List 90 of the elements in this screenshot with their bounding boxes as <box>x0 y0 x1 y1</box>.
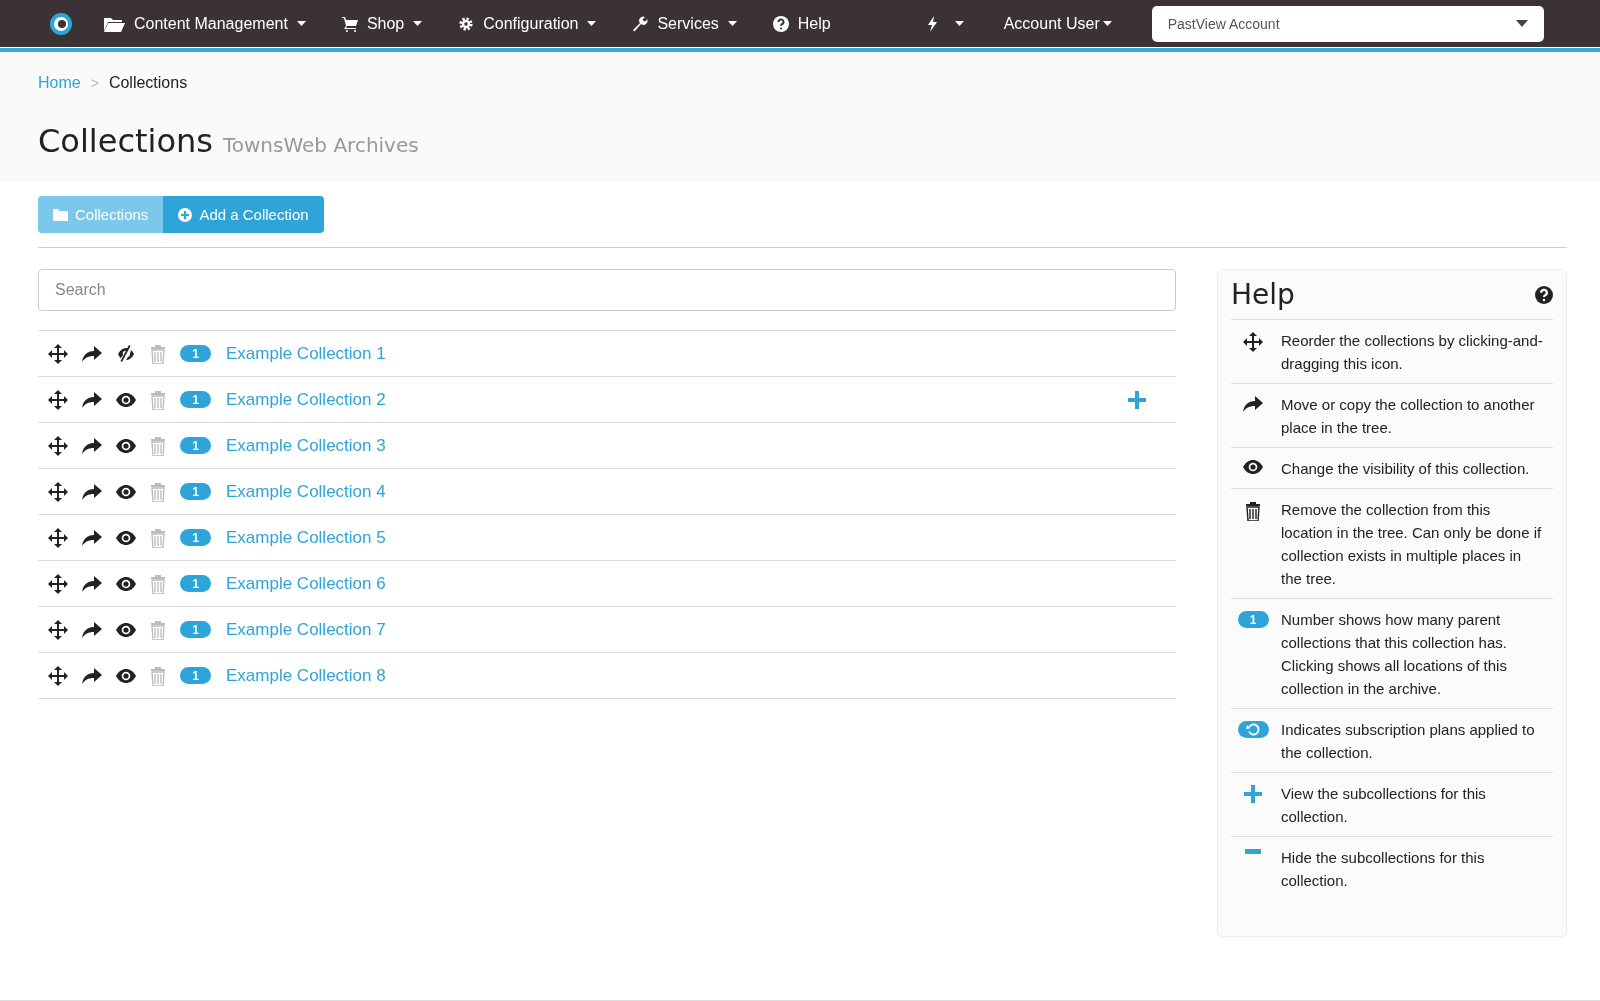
collection-link[interactable]: Example Collection 5 <box>226 527 386 548</box>
collection-link[interactable]: Example Collection 3 <box>226 435 386 456</box>
lightning-icon <box>926 15 939 32</box>
cart-icon <box>341 15 358 32</box>
caret-icon <box>296 21 306 26</box>
help-text: Reorder the collections by clicking-and-dragging this icon. <box>1281 331 1543 374</box>
tab[interactable]: Add a Collection <box>163 196 324 233</box>
help-text: Indicates subscription plans applied to the collection. <box>1281 720 1536 763</box>
collection-link[interactable]: Example Collection 2 <box>226 389 386 410</box>
eye-icon[interactable] <box>116 668 136 683</box>
share-arrow-icon[interactable] <box>82 437 102 454</box>
eye-slash-icon[interactable] <box>116 344 136 363</box>
share-arrow-icon[interactable] <box>82 391 102 408</box>
gear-icon <box>458 15 475 32</box>
count-badge[interactable]: 1 <box>180 621 211 638</box>
subscription-badge-icon <box>1237 721 1269 738</box>
share-arrow-icon[interactable] <box>82 575 102 592</box>
help-text: Number shows how many parent collections that this collection has. Clicking shows all locations of this collection in the archive. <box>1281 610 1508 699</box>
logo-icon[interactable] <box>49 11 73 36</box>
nav-menu-item[interactable]: Services <box>632 14 737 33</box>
count-badge[interactable]: 1 <box>180 391 211 408</box>
nav-menu-item[interactable]: Configuration <box>458 14 597 33</box>
count-badge[interactable]: 1 <box>180 437 211 454</box>
collection-link[interactable]: Example Collection 8 <box>226 665 386 686</box>
move-icon[interactable] <box>48 619 68 640</box>
eye-icon[interactable] <box>116 484 136 499</box>
tab[interactable]: Collections <box>38 196 164 233</box>
eye-icon[interactable] <box>116 622 136 637</box>
folder-icon <box>53 208 68 221</box>
help-text: View the subcollections for this collection. <box>1281 784 1487 827</box>
eye-icon[interactable] <box>116 576 136 591</box>
caret-icon <box>1515 20 1528 27</box>
help-icon[interactable] <box>1535 285 1553 304</box>
plus-icon[interactable] <box>1128 390 1146 409</box>
eye-icon[interactable] <box>116 392 136 407</box>
breadcrumb-link[interactable]: Home <box>38 74 81 92</box>
trash-icon <box>1245 501 1261 521</box>
share-arrow-icon[interactable] <box>82 621 102 638</box>
caret-icon <box>413 21 423 26</box>
move-icon[interactable] <box>48 481 68 502</box>
caret-icon <box>1102 21 1112 26</box>
share-arrow-icon <box>1243 396 1263 412</box>
move-icon[interactable] <box>48 389 68 410</box>
share-arrow-icon[interactable] <box>82 667 102 684</box>
eye-icon <box>1243 460 1263 474</box>
search-field[interactable]: Search <box>38 269 1176 311</box>
collection-link[interactable]: Example Collection 7 <box>226 619 386 640</box>
wrench-icon <box>632 15 649 32</box>
page-subtitle: TownsWeb Archives <box>222 133 419 157</box>
move-icon[interactable] <box>48 665 68 686</box>
move-icon[interactable] <box>48 527 68 548</box>
move-icon[interactable] <box>48 343 68 364</box>
share-arrow-icon[interactable] <box>82 483 102 500</box>
page-title: Collections <box>38 122 213 160</box>
account-select[interactable]: PastView Account <box>1151 5 1544 42</box>
add-icon <box>178 207 193 222</box>
breadcrumb-current: Collections <box>108 74 188 92</box>
move-icon[interactable] <box>48 435 68 456</box>
help-title: Help <box>1231 278 1295 311</box>
count-badge[interactable]: 1 <box>180 667 211 684</box>
caret-icon <box>727 21 737 26</box>
breadcrumb-separator: > <box>90 75 99 91</box>
nav-menu-item[interactable]: Shop <box>341 14 423 33</box>
plus-icon <box>1244 785 1262 803</box>
nav-menu-item[interactable]: Help <box>772 14 831 33</box>
move-icon[interactable] <box>48 573 68 594</box>
help-text: Move or copy the collection to another place in the tree. <box>1281 395 1536 438</box>
eye-icon[interactable] <box>116 530 136 545</box>
share-arrow-icon[interactable] <box>82 529 102 546</box>
collection-link[interactable]: Example Collection 6 <box>226 573 386 594</box>
count-badge[interactable]: 1 <box>180 529 211 546</box>
caret-icon <box>587 21 597 26</box>
count-badge: 1 <box>1237 611 1269 628</box>
quick-actions-menu[interactable] <box>926 15 964 32</box>
help-text: Remove the collection from this location in the tree. Can only be done if collection exists in multiple places in the tree. <box>1281 500 1543 589</box>
count-badge[interactable]: 1 <box>180 575 211 592</box>
user-menu[interactable]: Account User <box>1003 14 1112 33</box>
collection-link[interactable]: Example Collection 4 <box>226 481 386 502</box>
nav-menu-item[interactable]: Content Management <box>103 14 306 33</box>
move-icon <box>1243 332 1263 352</box>
count-badge[interactable]: 1 <box>180 483 211 500</box>
share-arrow-icon[interactable] <box>82 345 102 362</box>
minus-icon <box>1245 849 1261 854</box>
help-text: Change the visibility of this collection. <box>1281 459 1530 479</box>
help-text: Hide the subcollections for this collection. <box>1281 848 1486 891</box>
collection-link[interactable]: Example Collection 1 <box>226 343 386 364</box>
help-icon <box>772 15 789 32</box>
count-badge[interactable]: 1 <box>180 345 211 362</box>
eye-icon[interactable] <box>116 438 136 453</box>
caret-icon <box>954 21 964 26</box>
